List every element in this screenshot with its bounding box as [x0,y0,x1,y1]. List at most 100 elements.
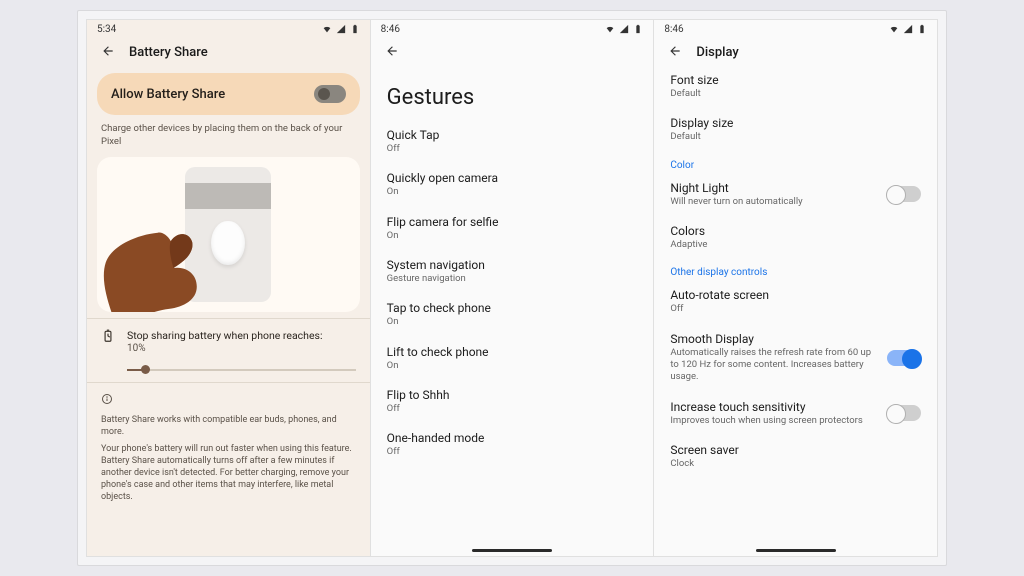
setting-flip-camera-selfie[interactable]: Flip camera for selfieOn [371,207,654,250]
slider-track [127,369,356,371]
info-icon [101,393,113,405]
setting-sub: Automatically raises the refresh rate fr… [670,347,873,384]
allow-battery-share-row[interactable]: Allow Battery Share [97,73,360,115]
setting-sub: Off [670,303,921,315]
setting-night-light[interactable]: Night LightWill never turn on automatica… [654,173,937,216]
page-title: Display [696,45,738,60]
wifi-icon [322,24,332,34]
info-text-1: Battery Share works with compatible ear … [101,414,356,438]
setting-lift-to-check[interactable]: Lift to check phoneOn [371,337,654,380]
setting-sub: Off [387,403,638,415]
back-arrow-icon [385,44,399,58]
clock: 8:46 [664,24,683,35]
setting-label: Colors [670,224,921,238]
setting-sub: Clock [670,458,921,470]
setting-sub: On [387,186,638,198]
touch-sensitivity-toggle[interactable] [887,405,921,421]
battery-share-icon [101,329,115,346]
back-button[interactable] [668,44,682,61]
screen-battery-share: 5:34 Battery Share Allow Battery Share C… [86,19,371,557]
status-icons [322,24,360,34]
clock: 8:46 [381,24,400,35]
status-bar: 5:34 [87,20,370,38]
setting-screen-saver[interactable]: Screen saverClock [654,435,937,478]
screen-display: 8:46 Display Font sizeDefault Display si… [654,19,938,557]
info-section: Battery Share works with compatible ear … [87,382,370,513]
setting-label: Auto-rotate screen [670,288,921,302]
battery-icon [350,24,360,34]
screen-gestures: 8:46 Gestures Quick TapOff Quickly open … [371,19,655,557]
setting-display-size[interactable]: Display sizeDefault [654,108,937,151]
back-arrow-icon [668,44,682,58]
threshold-slider[interactable] [127,360,356,380]
charge-description: Charge other devices by placing them on … [87,121,370,155]
setting-label: Quick Tap [387,128,638,142]
back-button[interactable] [385,44,399,61]
setting-touch-sensitivity[interactable]: Increase touch sensitivityImproves touch… [654,392,937,435]
setting-label: One-handed mode [387,431,638,445]
setting-system-navigation[interactable]: System navigationGesture navigation [371,250,654,293]
setting-one-handed[interactable]: One-handed modeOff [371,423,654,466]
status-icons [605,24,643,34]
nav-pill[interactable] [756,549,836,552]
setting-sub: Default [670,131,921,143]
setting-quick-tap[interactable]: Quick TapOff [371,120,654,163]
setting-smooth-display[interactable]: Smooth DisplayAutomatically raises the r… [654,324,937,392]
section-other-controls: Other display controls [654,259,937,280]
illustration [97,157,360,312]
slider-value: 10% [127,343,322,354]
setting-label: Screen saver [670,443,921,457]
wifi-icon [889,24,899,34]
setting-label: System navigation [387,258,638,272]
back-button[interactable] [101,44,115,61]
setting-label: Night Light [670,181,873,195]
setting-label: Font size [670,73,921,87]
setting-font-size[interactable]: Font sizeDefault [654,65,937,108]
setting-label: Tap to check phone [387,301,638,315]
setting-label: Display size [670,116,921,130]
night-light-toggle[interactable] [887,186,921,202]
setting-quickly-open-camera[interactable]: Quickly open cameraOn [371,163,654,206]
setting-label: Increase touch sensitivity [670,400,873,414]
battery-icon [917,24,927,34]
setting-label: Flip to Shhh [387,388,638,402]
setting-flip-to-shhh[interactable]: Flip to ShhhOff [371,380,654,423]
clock: 5:34 [97,24,116,35]
battery-icon [633,24,643,34]
section-color: Color [654,152,937,173]
screenshot-frame: 5:34 Battery Share Allow Battery Share C… [77,10,947,566]
slider-thumb[interactable] [141,365,150,374]
allow-label: Allow Battery Share [111,87,225,102]
setting-label: Quickly open camera [387,171,638,185]
stop-sharing-row: Stop sharing battery when phone reaches:… [87,318,370,359]
setting-label: Smooth Display [670,332,873,346]
hand-icon [97,190,252,312]
back-arrow-icon [101,44,115,58]
signal-icon [903,24,913,34]
status-bar: 8:46 [654,20,937,38]
setting-sub: Off [387,143,638,155]
nav-pill[interactable] [472,549,552,552]
setting-auto-rotate[interactable]: Auto-rotate screenOff [654,280,937,323]
setting-sub: Gesture navigation [387,273,638,285]
app-bar: Display [654,38,937,65]
allow-toggle[interactable] [314,85,346,103]
smooth-display-toggle[interactable] [887,350,921,366]
setting-sub: On [387,230,638,242]
page-title: Battery Share [129,45,208,60]
setting-colors[interactable]: ColorsAdaptive [654,216,937,259]
wifi-icon [605,24,615,34]
setting-sub: Off [387,446,638,458]
setting-label: Flip camera for selfie [387,215,638,229]
app-bar [371,38,654,69]
status-bar: 8:46 [371,20,654,38]
setting-sub: Default [670,88,921,100]
signal-icon [619,24,629,34]
setting-sub: Improves touch when using screen protect… [670,415,873,427]
setting-sub: On [387,360,638,372]
signal-icon [336,24,346,34]
setting-tap-to-check[interactable]: Tap to check phoneOn [371,293,654,336]
info-text-2: Your phone's battery will run out faster… [101,443,356,504]
page-title: Gestures [371,69,654,120]
setting-sub: Adaptive [670,239,921,251]
